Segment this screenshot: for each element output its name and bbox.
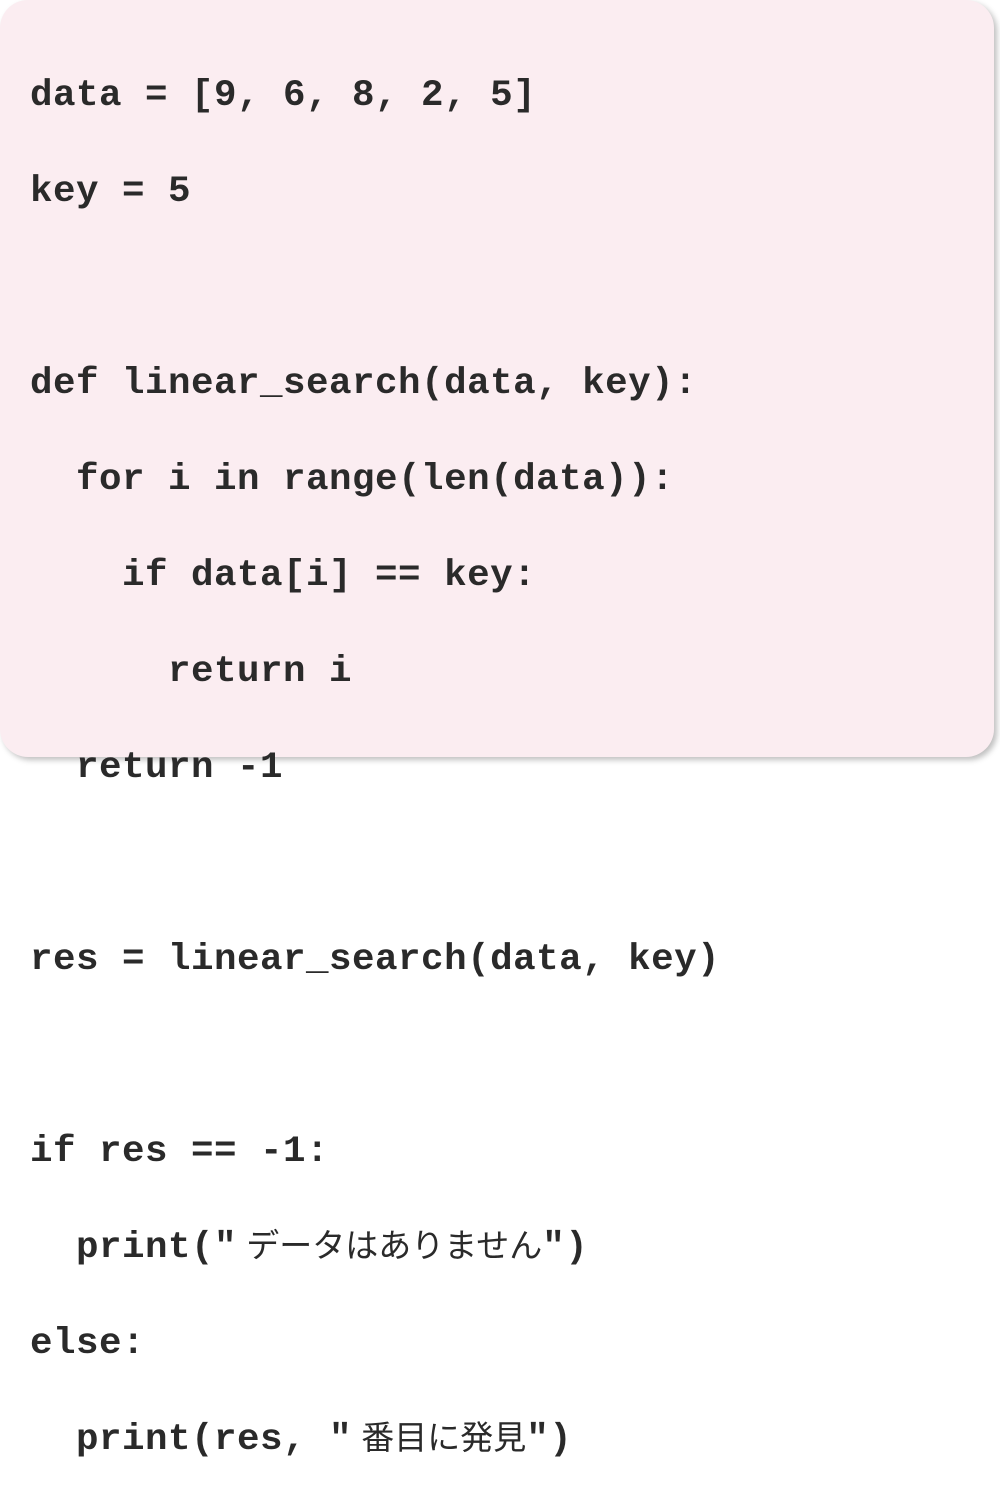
code-text: if res == -1: [30,1131,329,1173]
code-line: def linear_search(data, key): [30,360,964,408]
code-text: print(" [30,1227,237,1269]
code-line: return i [30,648,964,696]
code-line: print(res, " 番目に発見") [30,1416,964,1464]
code-text: def linear_search(data, key): [30,363,697,405]
code-suffix: ") [542,1227,588,1269]
code-line [30,264,964,312]
code-text: res = linear_search(data, key) [30,939,720,981]
code-line: if data[i] == key: [30,552,964,600]
code-text: print(res, " [30,1419,352,1461]
code-line: for i in range(len(data)): [30,456,964,504]
code-line [30,840,964,888]
code-line: print(" データはありません") [30,1224,964,1272]
code-text: else: [30,1323,145,1365]
code-line [30,1032,964,1080]
code-block: data = [9, 6, 8, 2, 5] key = 5 def linea… [0,0,994,757]
code-line: return -1 [30,744,964,792]
code-jp: データはありません [237,1227,542,1264]
code-line: data = [9, 6, 8, 2, 5] [30,72,964,120]
code-text: key = 5 [30,171,191,213]
code-text: if data[i] == key: [30,555,536,597]
code-text: return -1 [30,747,283,789]
code-line: if res == -1: [30,1128,964,1176]
code-text: for i in range(len(data)): [30,459,674,501]
code-text: return i [30,651,352,693]
code-suffix: ") [526,1419,572,1461]
code-text: data = [9, 6, 8, 2, 5] [30,75,536,117]
code-line: key = 5 [30,168,964,216]
code-line: res = linear_search(data, key) [30,936,964,984]
code-line: else: [30,1320,964,1368]
code-jp: 番目に発見 [352,1419,526,1456]
